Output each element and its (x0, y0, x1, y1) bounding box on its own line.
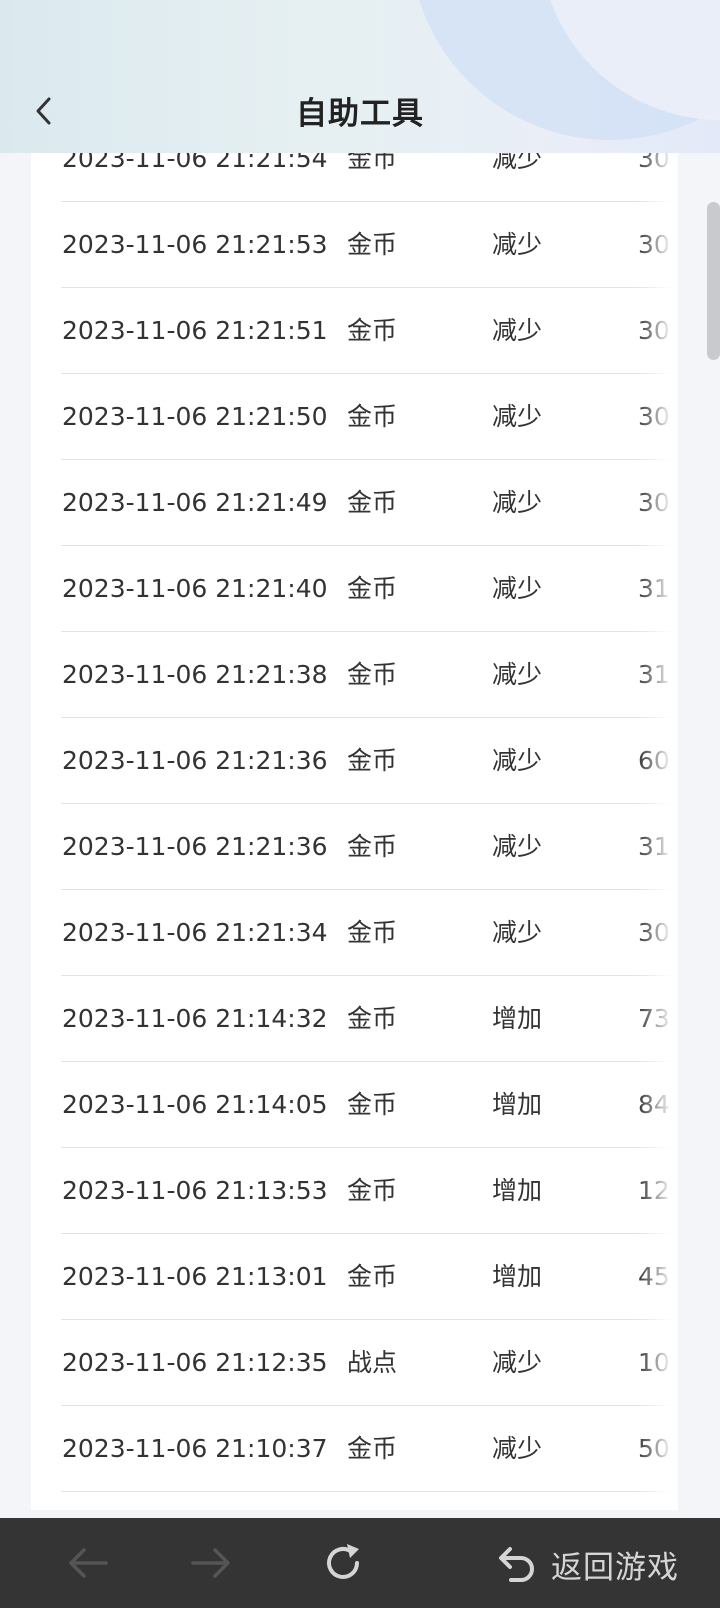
arrow-right-icon (191, 1548, 230, 1578)
record-time: 2023-11-06 21:21:50 (62, 402, 328, 431)
record-type: 金币 (347, 230, 398, 259)
record-row: 2023-11-06 21:21:36金币减少600 (31, 718, 678, 804)
record-direction: 减少 (492, 746, 543, 775)
record-time: 2023-11-06 21:21:36 (62, 832, 328, 861)
record-type: 金币 (347, 1262, 398, 1291)
record-time: 2023-11-06 21:13:01 (62, 1262, 328, 1291)
browser-back-button[interactable] (63, 1538, 113, 1588)
page-title: 自助工具 (296, 96, 424, 132)
record-direction: 增加 (492, 1004, 543, 1033)
record-row: 2023-11-06 21:21:38金币减少310 (31, 632, 678, 718)
record-time: 2023-11-06 21:12:35 (62, 1348, 328, 1377)
record-type: 金币 (347, 1176, 398, 1205)
record-time: 2023-11-06 21:21:36 (62, 746, 328, 775)
record-time: 2023-11-06 21:13:53 (62, 1176, 328, 1205)
return-to-game-button[interactable]: 返回游戏 (495, 1536, 679, 1592)
record-row: 2023-11-06 21:10:37金币减少500 (31, 1406, 678, 1492)
record-direction: 减少 (492, 918, 543, 947)
return-icon (499, 1547, 534, 1582)
bottom-toolbar: 返回游戏 (0, 1518, 720, 1608)
record-row: 2023-11-06 21:12:35战点减少100 (31, 1320, 678, 1406)
record-direction: 减少 (492, 1434, 543, 1463)
arrow-left-icon (69, 1548, 108, 1578)
record-direction: 减少 (492, 1348, 543, 1377)
record-type: 金币 (347, 316, 398, 345)
record-type: 金币 (347, 488, 398, 517)
record-row: 2023-11-06 21:21:34金币减少300 (31, 890, 678, 976)
record-type: 金币 (347, 832, 398, 861)
record-direction: 减少 (492, 230, 543, 259)
record-direction: 减少 (492, 832, 543, 861)
record-direction: 减少 (492, 574, 543, 603)
browser-forward-button[interactable] (186, 1538, 236, 1588)
scrollbar[interactable] (707, 202, 720, 360)
record-row: 2023-11-06 21:21:40金币减少310 (31, 546, 678, 632)
record-type: 金币 (347, 1090, 398, 1119)
records-list: 2023-11-06 21:21:54金币减少3002023-11-06 21:… (31, 116, 678, 1492)
record-time: 2023-11-06 21:21:38 (62, 660, 328, 689)
record-time: 2023-11-06 21:21:53 (62, 230, 328, 259)
record-direction: 减少 (492, 488, 543, 517)
record-type: 金币 (347, 660, 398, 689)
header: 自助工具 (0, 0, 720, 153)
return-to-game-label: 返回游戏 (551, 1549, 679, 1586)
record-direction: 增加 (492, 1176, 543, 1205)
record-type: 金币 (347, 918, 398, 947)
record-time: 2023-11-06 21:21:34 (62, 918, 328, 947)
record-row: 2023-11-06 21:21:50金币减少300 (31, 374, 678, 460)
record-direction: 减少 (492, 316, 543, 345)
refresh-button[interactable] (318, 1538, 368, 1588)
record-time: 2023-11-06 21:21:51 (62, 316, 328, 345)
record-direction: 增加 (492, 1090, 543, 1119)
refresh-icon (327, 1544, 359, 1579)
record-type: 战点 (347, 1348, 398, 1377)
record-row: 2023-11-06 21:21:51金币减少300 (31, 288, 678, 374)
overflow-fade (638, 100, 678, 1510)
record-row: 2023-11-06 21:21:36金币减少310 (31, 804, 678, 890)
record-time: 2023-11-06 21:21:49 (62, 488, 328, 517)
record-type: 金币 (347, 1004, 398, 1033)
record-type: 金币 (347, 574, 398, 603)
record-time: 2023-11-06 21:14:32 (62, 1004, 328, 1033)
record-direction: 减少 (492, 402, 543, 431)
record-type: 金币 (347, 402, 398, 431)
record-row: 2023-11-06 21:14:32金币增加739 (31, 976, 678, 1062)
record-row: 2023-11-06 21:14:05金币增加840 (31, 1062, 678, 1148)
record-row: 2023-11-06 21:13:53金币增加120 (31, 1148, 678, 1234)
record-type: 金币 (347, 746, 398, 775)
record-time: 2023-11-06 21:14:05 (62, 1090, 328, 1119)
record-row: 2023-11-06 21:21:53金币减少300 (31, 202, 678, 288)
records-card[interactable]: 2023-11-06 21:21:54金币减少3002023-11-06 21:… (31, 100, 678, 1510)
record-row: 2023-11-06 21:21:49金币减少300 (31, 460, 678, 546)
record-row: 2023-11-06 21:13:01金币增加454 (31, 1234, 678, 1320)
record-type: 金币 (347, 1434, 398, 1463)
record-direction: 增加 (492, 1262, 543, 1291)
record-time: 2023-11-06 21:10:37 (62, 1434, 328, 1463)
record-direction: 减少 (492, 660, 543, 689)
record-time: 2023-11-06 21:21:40 (62, 574, 328, 603)
